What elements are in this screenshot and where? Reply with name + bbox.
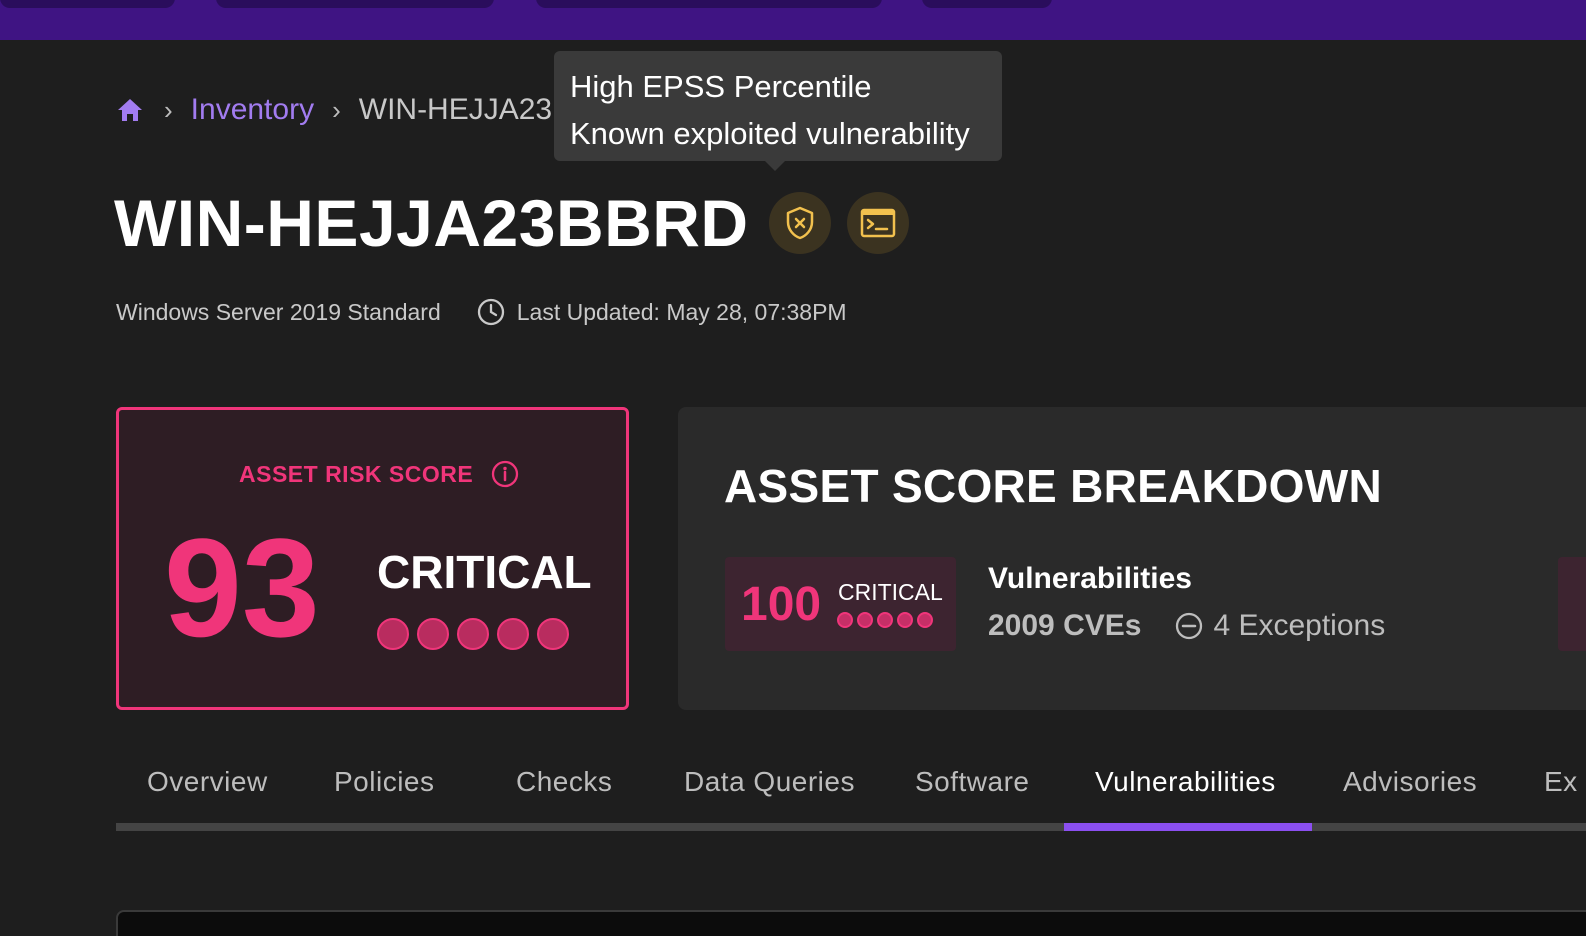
breakdown-title: ASSET SCORE BREAKDOWN bbox=[724, 460, 1383, 512]
asset-os: Windows Server 2019 Standard bbox=[116, 298, 441, 325]
asset-meta: Windows Server 2019 Standard Last Update… bbox=[116, 296, 847, 328]
active-tab-indicator bbox=[1064, 823, 1312, 831]
rating-dot bbox=[897, 612, 913, 628]
vulnerabilities-title[interactable]: Vulnerabilities bbox=[988, 562, 1192, 596]
breadcrumb-separator: › bbox=[332, 94, 341, 125]
rating-dot bbox=[377, 618, 409, 650]
breadcrumb-separator: › bbox=[164, 94, 173, 125]
tab-software[interactable]: Software bbox=[915, 766, 1030, 798]
top-navigation-bar bbox=[0, 0, 1586, 40]
epss-tooltip: High EPSS Percentile Known exploited vul… bbox=[554, 51, 1002, 171]
rating-dot bbox=[917, 612, 933, 628]
terminal-icon[interactable] bbox=[846, 191, 909, 254]
tab-data-queries[interactable]: Data Queries bbox=[684, 766, 855, 798]
vulnerabilities-rating-dots bbox=[837, 612, 933, 628]
nav-pill[interactable] bbox=[536, 0, 882, 8]
rating-dot bbox=[537, 618, 569, 650]
cve-count[interactable]: 2009 CVEs bbox=[988, 609, 1141, 643]
shield-x-icon[interactable] bbox=[768, 191, 831, 254]
content-panel bbox=[116, 910, 1586, 936]
tooltip-line: Known exploited vulnerability bbox=[570, 116, 970, 151]
risk-rating-dots bbox=[377, 618, 569, 650]
nav-pill[interactable] bbox=[922, 0, 1052, 8]
next-score-badge[interactable] bbox=[1558, 557, 1586, 651]
breadcrumb-current: WIN-HEJJA23 bbox=[358, 93, 553, 126]
clock-icon bbox=[477, 298, 505, 326]
vulnerabilities-score-badge[interactable]: 100 CRITICAL bbox=[725, 557, 956, 651]
risk-score-label-text: ASSET RISK SCORE bbox=[239, 460, 474, 487]
tab-overview[interactable]: Overview bbox=[147, 766, 268, 798]
tabs-track bbox=[116, 823, 1586, 831]
rating-dot bbox=[877, 612, 893, 628]
rating-dot bbox=[857, 612, 873, 628]
tab-vulnerabilities[interactable]: Vulnerabilities bbox=[1095, 766, 1276, 798]
page-title: WIN-HEJJA23BBRD bbox=[114, 185, 749, 260]
asset-title-row: WIN-HEJJA23BBRD bbox=[114, 185, 909, 260]
nav-pill[interactable] bbox=[0, 0, 175, 8]
tab-policies[interactable]: Policies bbox=[334, 766, 434, 798]
tab-advisories[interactable]: Advisories bbox=[1343, 766, 1477, 798]
vulnerabilities-rating: CRITICAL bbox=[838, 579, 943, 605]
rating-dot bbox=[497, 618, 529, 650]
breadcrumb: › Inventory › WIN-HEJJA23 bbox=[116, 90, 552, 130]
exceptions-count[interactable]: 4 Exceptions bbox=[1213, 609, 1385, 643]
rating-dot bbox=[417, 618, 449, 650]
tooltip-line: High EPSS Percentile bbox=[570, 69, 872, 104]
risk-rating: CRITICAL bbox=[377, 546, 592, 598]
tab-overflow[interactable]: Ex bbox=[1544, 766, 1578, 798]
tab-checks[interactable]: Checks bbox=[516, 766, 612, 798]
info-icon[interactable] bbox=[491, 460, 519, 488]
vulnerabilities-score: 100 bbox=[741, 578, 822, 631]
last-updated: Last Updated: May 28, 07:38PM bbox=[516, 298, 847, 325]
breadcrumb-inventory-link[interactable]: Inventory bbox=[191, 93, 314, 127]
home-icon[interactable] bbox=[116, 95, 146, 125]
rating-dot bbox=[457, 618, 489, 650]
asset-tabs: Overview Policies Checks Data Queries So… bbox=[116, 760, 1586, 832]
vulnerabilities-summary: 2009 CVEs 4 Exceptions bbox=[988, 609, 1385, 643]
nav-pill[interactable] bbox=[216, 0, 494, 8]
risk-score-label: ASSET RISK SCORE bbox=[239, 460, 519, 488]
minus-circle-icon bbox=[1175, 612, 1203, 640]
rating-dot bbox=[837, 612, 853, 628]
asset-risk-score-card: ASSET RISK SCORE 93 CRITICAL bbox=[116, 407, 629, 710]
asset-score-breakdown: ASSET SCORE BREAKDOWN 100 CRITICAL Vulne… bbox=[678, 407, 1586, 710]
risk-score-value: 93 bbox=[164, 509, 320, 666]
